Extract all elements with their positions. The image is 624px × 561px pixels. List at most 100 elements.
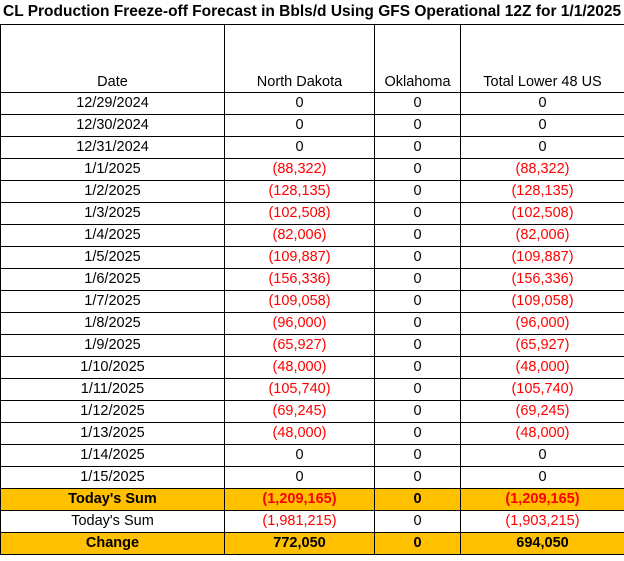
oklahoma-cell: 0 — [374, 202, 461, 225]
north-dakota-cell: (69,245) — [224, 400, 375, 423]
oklahoma-cell: 0 — [374, 334, 461, 357]
table-row: 12/29/2024 0 0 0 — [0, 92, 624, 115]
todays-sum-row: Today's Sum (1,209,165) 0 (1,209,165) — [0, 488, 624, 511]
oklahoma-cell: 0 — [374, 92, 461, 115]
total-lower-48-cell: (48,000) — [460, 422, 624, 445]
col-header-total-lower-48: Total Lower 48 US — [460, 24, 624, 93]
north-dakota-cell: (48,000) — [224, 356, 375, 379]
change-north-dakota: 772,050 — [224, 532, 375, 555]
total-lower-48-cell: (82,006) — [460, 224, 624, 247]
table-row: 1/1/2025 (88,322) 0 (88,322) — [0, 158, 624, 181]
north-dakota-cell: (109,058) — [224, 290, 375, 313]
oklahoma-cell: 0 — [374, 268, 461, 291]
date-cell: 1/2/2025 — [0, 180, 225, 203]
north-dakota-cell: (96,000) — [224, 312, 375, 335]
date-cell: 1/11/2025 — [0, 378, 225, 401]
table-row: 1/8/2025 (96,000) 0 (96,000) — [0, 312, 624, 335]
todays-sum-north-dakota: (1,209,165) — [224, 488, 375, 511]
oklahoma-cell: 0 — [374, 180, 461, 203]
change-label: Change — [0, 532, 225, 555]
forecast-table: Date North Dakota Oklahoma Total Lower 4… — [0, 24, 624, 555]
date-cell: 1/14/2025 — [0, 444, 225, 467]
date-cell: 1/6/2025 — [0, 268, 225, 291]
north-dakota-cell: (88,322) — [224, 158, 375, 181]
total-lower-48-cell: (109,058) — [460, 290, 624, 313]
total-lower-48-cell: 0 — [460, 444, 624, 467]
north-dakota-cell: (109,887) — [224, 246, 375, 269]
table-row: 1/2/2025 (128,135) 0 (128,135) — [0, 180, 624, 203]
table-row: 1/11/2025 (105,740) 0 (105,740) — [0, 378, 624, 401]
todays-sum-oklahoma: 0 — [374, 488, 461, 511]
change-total: 694,050 — [460, 532, 624, 555]
north-dakota-cell: 0 — [224, 114, 375, 137]
todays-sum-total: (1,209,165) — [460, 488, 624, 511]
date-cell: 1/10/2025 — [0, 356, 225, 379]
prior-sum-label: Today's Sum — [0, 510, 225, 533]
oklahoma-cell: 0 — [374, 444, 461, 467]
table-row: 1/15/2025 0 0 0 — [0, 466, 624, 489]
total-lower-48-cell: (109,887) — [460, 246, 624, 269]
north-dakota-cell: (105,740) — [224, 378, 375, 401]
total-lower-48-cell: (128,135) — [460, 180, 624, 203]
prior-sum-oklahoma: 0 — [374, 510, 461, 533]
table-row: 1/12/2025 (69,245) 0 (69,245) — [0, 400, 624, 423]
north-dakota-cell: (65,927) — [224, 334, 375, 357]
oklahoma-cell: 0 — [374, 356, 461, 379]
oklahoma-cell: 0 — [374, 290, 461, 313]
north-dakota-cell: (102,508) — [224, 202, 375, 225]
change-oklahoma: 0 — [374, 532, 461, 555]
date-cell: 1/13/2025 — [0, 422, 225, 445]
date-cell: 1/7/2025 — [0, 290, 225, 313]
total-lower-48-cell: 0 — [460, 136, 624, 159]
total-lower-48-cell: (65,927) — [460, 334, 624, 357]
oklahoma-cell: 0 — [374, 312, 461, 335]
col-header-north-dakota: North Dakota — [224, 24, 375, 93]
total-lower-48-cell: (102,508) — [460, 202, 624, 225]
total-lower-48-cell: (96,000) — [460, 312, 624, 335]
table-row: 1/6/2025 (156,336) 0 (156,336) — [0, 268, 624, 291]
north-dakota-cell: (128,135) — [224, 180, 375, 203]
north-dakota-cell: (82,006) — [224, 224, 375, 247]
date-cell: 1/15/2025 — [0, 466, 225, 489]
col-header-oklahoma: Oklahoma — [374, 24, 461, 93]
north-dakota-cell: (48,000) — [224, 422, 375, 445]
oklahoma-cell: 0 — [374, 136, 461, 159]
table-row: 1/9/2025 (65,927) 0 (65,927) — [0, 334, 624, 357]
date-cell: 1/8/2025 — [0, 312, 225, 335]
table-row: 12/31/2024 0 0 0 — [0, 136, 624, 159]
table-row: 1/13/2025 (48,000) 0 (48,000) — [0, 422, 624, 445]
todays-sum-label: Today's Sum — [0, 488, 225, 511]
oklahoma-cell: 0 — [374, 400, 461, 423]
oklahoma-cell: 0 — [374, 158, 461, 181]
table-row: 1/7/2025 (109,058) 0 (109,058) — [0, 290, 624, 313]
table-row: 1/14/2025 0 0 0 — [0, 444, 624, 467]
table-row: 1/4/2025 (82,006) 0 (82,006) — [0, 224, 624, 247]
total-lower-48-cell: (156,336) — [460, 268, 624, 291]
total-lower-48-cell: (105,740) — [460, 378, 624, 401]
total-lower-48-cell: (88,322) — [460, 158, 624, 181]
oklahoma-cell: 0 — [374, 246, 461, 269]
header-row: Date North Dakota Oklahoma Total Lower 4… — [0, 24, 624, 93]
change-row: Change 772,050 0 694,050 — [0, 532, 624, 555]
total-lower-48-cell: 0 — [460, 92, 624, 115]
date-cell: 1/9/2025 — [0, 334, 225, 357]
total-lower-48-cell: 0 — [460, 114, 624, 137]
oklahoma-cell: 0 — [374, 422, 461, 445]
prior-sum-total: (1,903,215) — [460, 510, 624, 533]
date-cell: 12/30/2024 — [0, 114, 225, 137]
page-title: CL Production Freeze-off Forecast in Bbl… — [3, 3, 622, 20]
table-row: 1/10/2025 (48,000) 0 (48,000) — [0, 356, 624, 379]
oklahoma-cell: 0 — [374, 114, 461, 137]
north-dakota-cell: 0 — [224, 136, 375, 159]
table-row: 1/3/2025 (102,508) 0 (102,508) — [0, 202, 624, 225]
table-body: 12/29/2024 0 0 0 12/30/2024 0 0 0 12/31/2024 0 0 0 1… — [0, 92, 624, 489]
prior-sum-north-dakota: (1,981,215) — [224, 510, 375, 533]
north-dakota-cell: 0 — [224, 92, 375, 115]
table-row: 1/5/2025 (109,887) 0 (109,887) — [0, 246, 624, 269]
north-dakota-cell: (156,336) — [224, 268, 375, 291]
oklahoma-cell: 0 — [374, 466, 461, 489]
total-lower-48-cell: 0 — [460, 466, 624, 489]
oklahoma-cell: 0 — [374, 224, 461, 247]
total-lower-48-cell: (48,000) — [460, 356, 624, 379]
north-dakota-cell: 0 — [224, 444, 375, 467]
